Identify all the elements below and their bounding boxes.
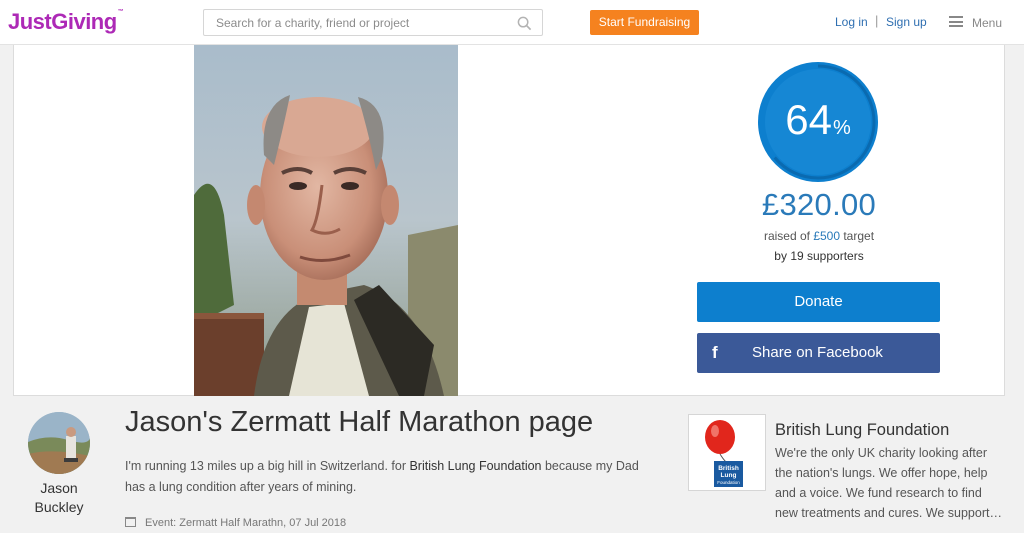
progress-percent: 64% (785, 96, 851, 143)
share-facebook-button[interactable]: f Share on Facebook (697, 333, 940, 373)
signup-link[interactable]: Sign up (886, 15, 927, 29)
amount-raised: £320.00 (761, 187, 877, 222)
page-story: I'm running 13 miles up a big hill in Sw… (125, 459, 639, 494)
menu-label[interactable]: Menu (972, 16, 1002, 30)
event-info: Event: Zermatt Half Marathn, 07 Jul 2018 (125, 517, 346, 529)
share-facebook-label: Share on Facebook (752, 344, 883, 361)
calendar-icon (125, 517, 136, 527)
facebook-icon: f (712, 343, 718, 362)
charity-logo[interactable]: British Lung Foundation (688, 414, 766, 491)
svg-text:Foundation: Foundation (717, 480, 740, 485)
page-title: Jason's Zermatt Half Marathon page (125, 406, 594, 438)
justgiving-logo[interactable]: JustGiving™ (8, 9, 124, 35)
svg-text:British: British (718, 465, 739, 472)
fundraiser-photo (194, 45, 458, 396)
svg-text:Lung: Lung (721, 472, 737, 479)
search-input[interactable] (204, 10, 504, 35)
target-text: raised of £500 target (763, 229, 875, 243)
charity-description: We're the only UK charity looking after … (775, 446, 1002, 520)
hero-card: 64% £320.00 raised of £500 target by 19 … (13, 45, 1005, 396)
owner-first-name[interactable]: Jason (18, 480, 100, 496)
nav-separator: | (875, 13, 879, 28)
charity-name[interactable]: British Lung Foundation (775, 421, 949, 440)
search-box (203, 9, 543, 36)
supporters-text: by 19 supporters (774, 249, 864, 263)
target-amount: £500 (813, 229, 841, 243)
top-nav-bar: JustGiving™ Start Fundraising Log in | S… (0, 0, 1024, 45)
owner-avatar[interactable] (28, 412, 90, 474)
hamburger-menu-icon[interactable] (949, 16, 963, 27)
login-link[interactable]: Log in (835, 15, 868, 29)
start-fundraising-button[interactable]: Start Fundraising (590, 10, 699, 35)
story-charity-link[interactable]: British Lung Foundation (409, 459, 541, 473)
donate-button[interactable]: Donate (697, 282, 940, 322)
owner-last-name[interactable]: Buckley (18, 499, 100, 515)
search-icon[interactable] (517, 16, 532, 31)
